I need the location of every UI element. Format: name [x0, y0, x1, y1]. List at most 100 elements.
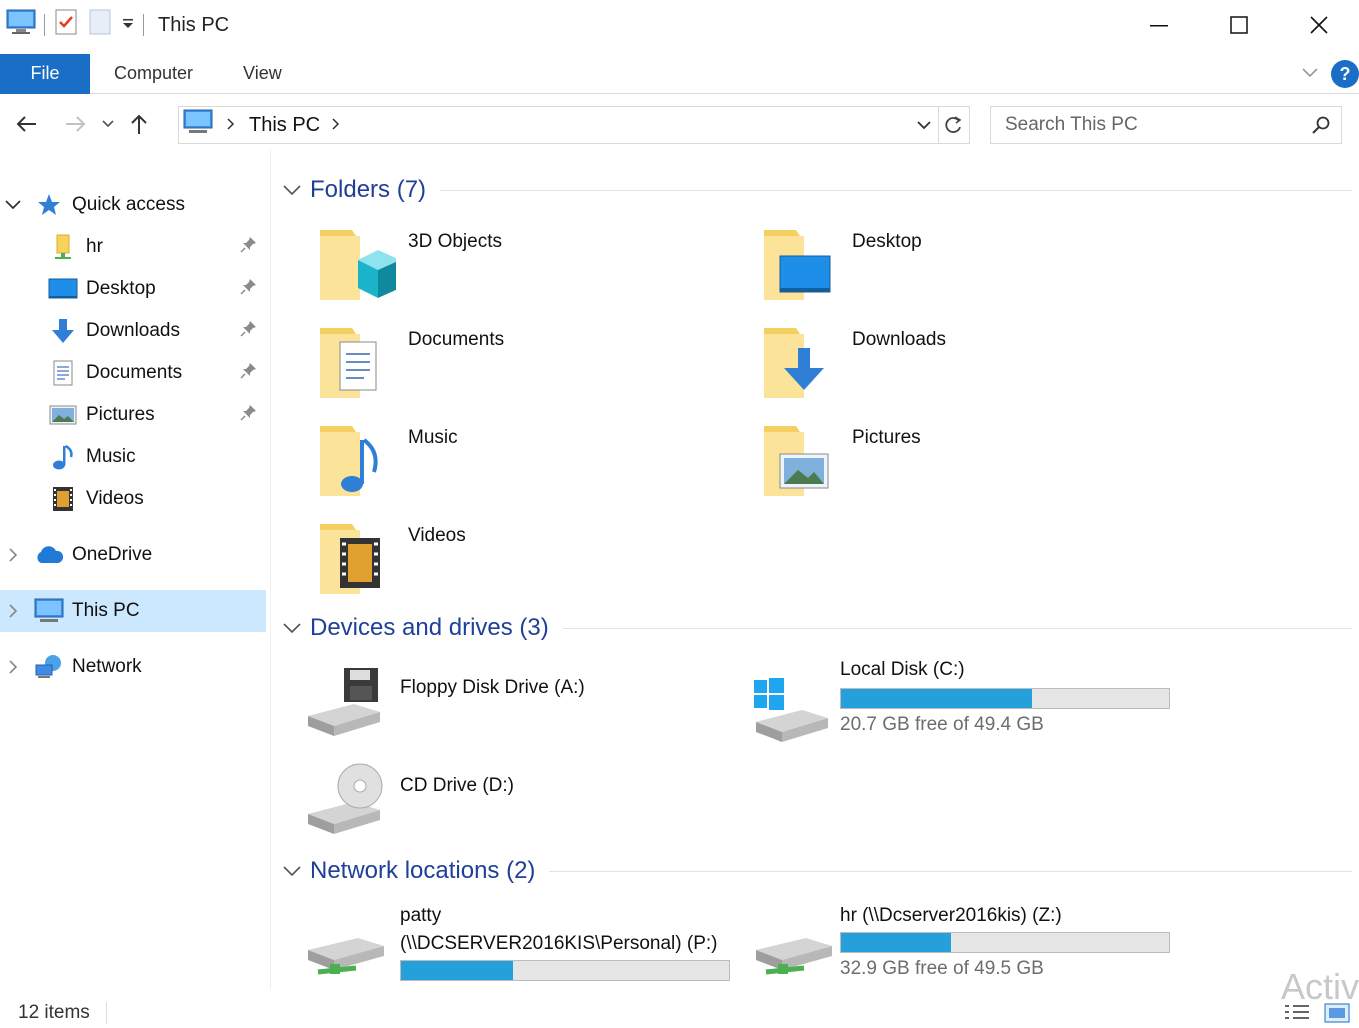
nav-label: hr	[86, 236, 103, 257]
search-icon[interactable]	[1311, 115, 1331, 141]
group-divider	[562, 627, 1352, 629]
chevron-down-icon	[916, 121, 931, 130]
nav-item-desktop[interactable]: Desktop	[0, 268, 266, 310]
details-view-button[interactable]	[1283, 1002, 1311, 1028]
search-input[interactable]: Search This PC	[990, 106, 1342, 144]
network-drive-tile-hr[interactable]: hr (\\Dcserver2016kis) (Z:) 32.9 GB free…	[736, 902, 1176, 992]
chevron-down-icon[interactable]	[4, 200, 22, 210]
ribbon-right: ?	[1301, 54, 1359, 94]
network-icon	[34, 652, 64, 682]
pin-icon[interactable]	[240, 361, 258, 385]
downloads-folder-icon	[760, 324, 840, 404]
folder-tile[interactable]: Documents	[292, 324, 712, 414]
nav-item-downloads[interactable]: Downloads	[0, 310, 266, 352]
chevron-right-icon[interactable]	[4, 603, 22, 619]
back-button[interactable]	[6, 104, 46, 144]
address-history-button[interactable]	[909, 107, 939, 143]
network-drive-path: (\\DCSERVER2016KIS\Personal) (P:)	[400, 933, 718, 954]
breadcrumb-separator-icon[interactable]	[227, 114, 235, 136]
documents-folder-icon	[316, 324, 396, 404]
drive-tile-cd[interactable]: CD Drive (D:)	[284, 762, 704, 852]
chevron-down-icon[interactable]	[280, 623, 304, 633]
network-drive-name: patty	[400, 905, 442, 926]
nav-label: Quick access	[72, 194, 185, 215]
group-title: Network locations (2)	[310, 857, 536, 884]
group-header-network[interactable]: Network locations (2)	[280, 851, 1352, 891]
tab-computer[interactable]: Computer	[90, 54, 217, 94]
network-drive-name: hr (\\Dcserver2016kis) (Z:)	[840, 905, 1062, 926]
folder-tile[interactable]: Music	[292, 422, 712, 512]
toolbar-separator	[143, 14, 144, 36]
download-arrow-icon	[48, 316, 78, 346]
folder-label: Videos	[408, 525, 466, 546]
music-folder-icon	[316, 422, 396, 502]
navigation-pane: Quick access hr Desktop Downloads Docume…	[0, 170, 270, 990]
view-buttons	[1283, 1002, 1351, 1028]
new-folder-icon[interactable]	[87, 8, 113, 42]
address-bar[interactable]: This PC	[178, 106, 970, 144]
pin-icon[interactable]	[240, 235, 258, 259]
recent-locations-button[interactable]	[96, 104, 120, 144]
pin-icon[interactable]	[240, 403, 258, 427]
maximize-button[interactable]	[1199, 0, 1279, 50]
properties-icon[interactable]	[53, 8, 79, 42]
chevron-down-icon[interactable]	[280, 866, 304, 876]
this-pc-icon	[183, 109, 213, 141]
close-button[interactable]	[1279, 0, 1359, 50]
folder-tile[interactable]: 3D Objects	[292, 226, 712, 316]
expand-ribbon-button[interactable]	[1301, 63, 1319, 85]
drive-tile-local-disk[interactable]: Local Disk (C:) 20.7 GB free of 49.4 GB	[736, 654, 1176, 744]
large-icons-view-icon	[1324, 1003, 1350, 1023]
cd-drive-icon	[304, 762, 384, 842]
group-header-devices[interactable]: Devices and drives (3)	[280, 608, 1352, 648]
chevron-right-icon[interactable]	[4, 547, 22, 563]
videos-folder-icon	[316, 520, 396, 600]
folder-tile[interactable]: Downloads	[736, 324, 1156, 414]
folder-tile[interactable]: Desktop	[736, 226, 1156, 316]
tab-file[interactable]: File	[0, 53, 90, 94]
details-view-icon	[1285, 1005, 1309, 1019]
nav-quick-access[interactable]: Quick access	[0, 184, 266, 226]
nav-item-pictures[interactable]: Pictures	[0, 394, 266, 436]
folder-label: Desktop	[852, 231, 922, 252]
chevron-right-icon[interactable]	[4, 659, 22, 675]
customize-toolbar-icon[interactable]	[121, 14, 135, 36]
drive-usage-bar	[840, 932, 1170, 953]
pin-icon[interactable]	[240, 319, 258, 343]
desktop-icon	[48, 274, 78, 304]
folder-tile[interactable]: Pictures	[736, 422, 1156, 512]
nav-this-pc[interactable]: This PC	[0, 590, 266, 632]
nav-item-hr[interactable]: hr	[0, 226, 266, 268]
nav-onedrive[interactable]: OneDrive	[0, 534, 266, 576]
nav-item-videos[interactable]: Videos	[0, 478, 266, 520]
nav-item-documents[interactable]: Documents	[0, 352, 266, 394]
drive-tile-floppy[interactable]: Floppy Disk Drive (A:)	[284, 664, 704, 754]
nav-label: Music	[86, 446, 136, 467]
refresh-button[interactable]	[939, 107, 969, 143]
drive-usage-fill	[841, 933, 951, 952]
breadcrumb-this-pc[interactable]: This PC	[249, 114, 320, 137]
forward-button[interactable]	[56, 104, 96, 144]
chevron-down-icon[interactable]	[280, 185, 304, 195]
nav-label: This PC	[72, 600, 140, 621]
group-header-folders[interactable]: Folders (7)	[280, 170, 1352, 210]
minimize-button[interactable]	[1119, 0, 1199, 50]
network-drive-tile-patty[interactable]: patty (\\DCSERVER2016KIS\Personal) (P:)	[284, 902, 744, 992]
group-divider	[440, 189, 1352, 191]
tab-view[interactable]: View	[217, 54, 306, 94]
nav-network[interactable]: Network	[0, 646, 266, 688]
pane-divider[interactable]	[270, 150, 271, 990]
item-count: 12 items	[18, 1002, 90, 1023]
folder-tile[interactable]: Videos	[292, 520, 712, 610]
pin-icon[interactable]	[240, 277, 258, 301]
drive-label: CD Drive (D:)	[400, 775, 514, 796]
nav-item-music[interactable]: Music	[0, 436, 266, 478]
help-button[interactable]: ?	[1331, 60, 1359, 88]
picture-icon	[48, 400, 78, 430]
film-icon	[48, 484, 78, 514]
up-button[interactable]	[120, 104, 158, 144]
cloud-icon	[34, 540, 64, 570]
breadcrumb-separator-icon[interactable]	[332, 114, 340, 136]
folder-label: Pictures	[852, 427, 921, 448]
large-icons-view-button[interactable]	[1323, 1002, 1351, 1028]
